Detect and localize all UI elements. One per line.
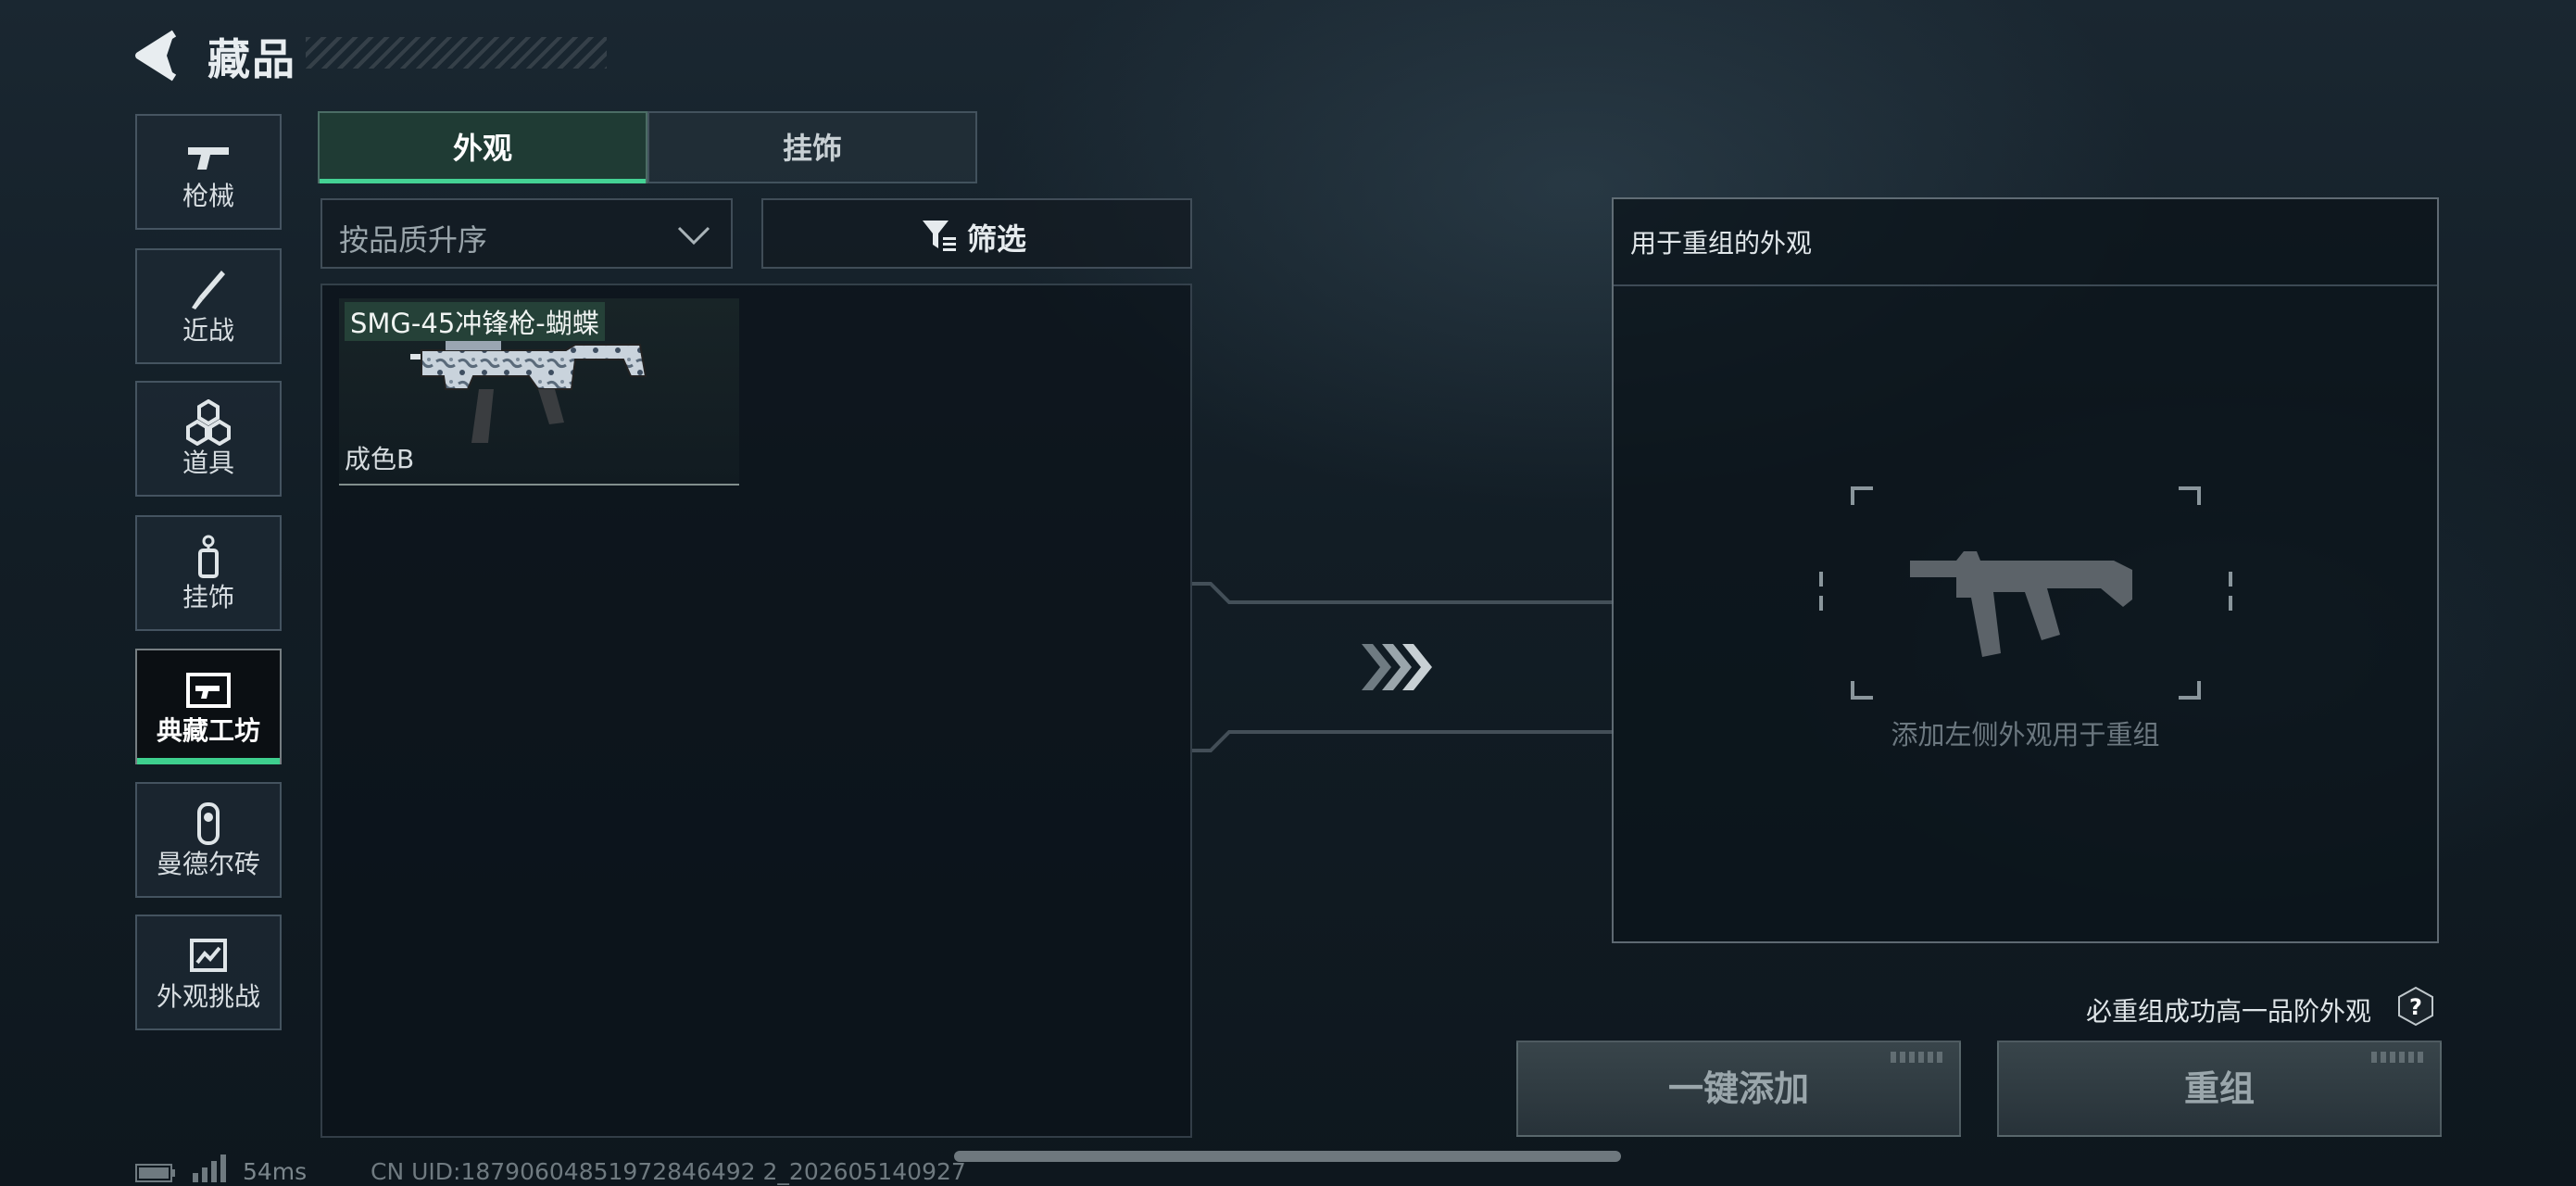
user-uid: CN UID:18790604851972846492 2_2026051409… — [371, 1158, 966, 1185]
sidebar-item-charms[interactable]: 挂饰 — [135, 515, 282, 631]
knife-icon — [192, 271, 225, 309]
items-icon — [186, 399, 231, 446]
transfer-connector — [1192, 582, 1614, 752]
sidebar-item-label: 挂饰 — [182, 582, 234, 612]
reassemble-panel: 用于重组的外观 添加左侧外观用于重组 — [1612, 197, 2439, 943]
reassemble-title: 用于重组的外观 — [1630, 228, 1813, 259]
tab-charms[interactable]: 挂饰 — [647, 111, 977, 183]
back-arrow-icon[interactable] — [130, 28, 185, 83]
mandel-brick-icon — [197, 802, 220, 845]
smg-skin-image — [410, 341, 647, 443]
sidebar-item-label: 道具 — [182, 448, 234, 478]
upgrade-note: 必重组成功高一品阶外观 — [2086, 996, 2372, 1027]
filter-label: 筛选 — [967, 221, 1027, 257]
filter-button[interactable]: 筛选 — [761, 198, 1192, 269]
help-icon[interactable]: ? — [2395, 986, 2436, 1027]
ping-value: 54ms — [243, 1158, 308, 1185]
battery-icon — [135, 1164, 175, 1182]
title-decoration — [306, 37, 607, 69]
charm-icon — [198, 535, 219, 578]
reassemble-hint: 添加左侧外观用于重组 — [1891, 719, 2160, 751]
sidebar-item-appearance-challenge[interactable]: 外观挑战 — [135, 915, 282, 1030]
workshop-icon — [186, 673, 231, 708]
sidebar-item-label: 典藏工坊 — [156, 715, 260, 746]
sidebar-item-firearms[interactable]: 枪械 — [135, 114, 282, 230]
regroup-button[interactable]: 重组 — [1997, 1041, 2442, 1137]
sidebar-item-label: 曼德尔砖 — [156, 849, 260, 879]
page-title: 藏品 — [207, 34, 296, 84]
reassemble-header: 用于重组的外观 — [1614, 199, 2437, 286]
svg-text:?: ? — [2409, 994, 2422, 1020]
sort-dropdown-label: 按品质升序 — [339, 222, 488, 258]
sidebar-item-label: 外观挑战 — [156, 981, 260, 1012]
add-all-label: 一键添加 — [1667, 1068, 1809, 1109]
empty-slot-rifle-icon[interactable] — [1808, 477, 2243, 709]
challenge-icon — [190, 939, 227, 972]
skin-grade: 成色B — [345, 444, 415, 474]
button-decoration — [1891, 1052, 1946, 1063]
chevron-down-icon — [677, 226, 710, 246]
skin-card[interactable]: SMG-45冲锋枪-蝴蝶 成色B — [339, 298, 739, 486]
add-all-button[interactable]: 一键添加 — [1516, 1041, 1961, 1137]
sidebar-item-items[interactable]: 道具 — [135, 381, 282, 497]
home-indicator[interactable] — [954, 1151, 1621, 1162]
regroup-label: 重组 — [2183, 1068, 2255, 1109]
pistol-icon — [188, 147, 229, 170]
sort-dropdown[interactable]: 按品质升序 — [320, 198, 733, 269]
sidebar-item-mandel-brick[interactable]: 曼德尔砖 — [135, 782, 282, 898]
sidebar-item-melee[interactable]: 近战 — [135, 248, 282, 364]
sidebar-item-label: 枪械 — [182, 181, 234, 211]
sidebar-item-label: 近战 — [182, 315, 234, 346]
sidebar-item-workshop[interactable]: 典藏工坊 — [135, 649, 282, 764]
chevrons-right-icon — [1362, 644, 1432, 690]
filter-icon — [923, 221, 956, 251]
tab-appearance[interactable]: 外观 — [318, 111, 647, 183]
signal-icon — [193, 1154, 226, 1182]
button-decoration — [2371, 1052, 2427, 1063]
